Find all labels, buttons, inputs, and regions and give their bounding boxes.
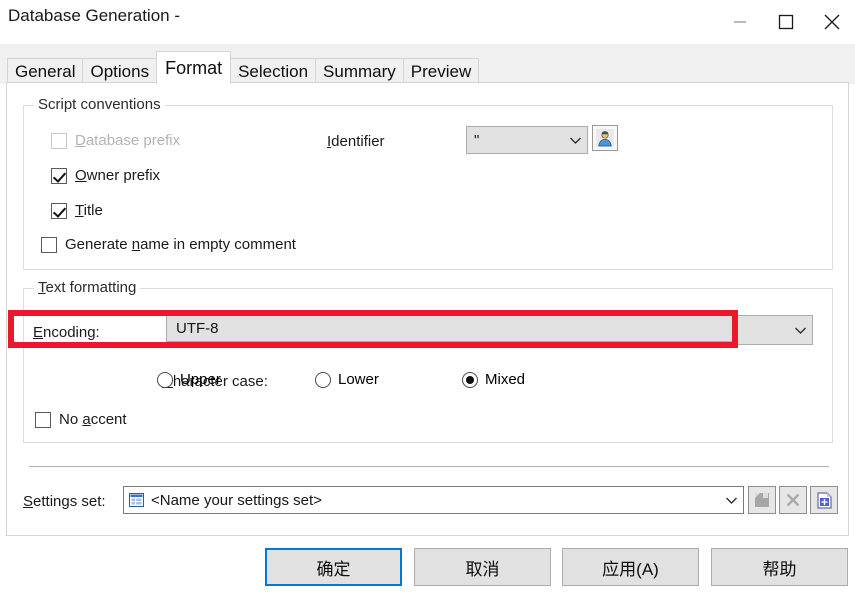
chevron-down-icon[interactable] xyxy=(563,136,587,145)
identifier-value: " xyxy=(474,131,480,149)
encoding-value: UTF-8 xyxy=(176,319,219,337)
settings-set-save-button[interactable] xyxy=(748,486,776,514)
maximize-button[interactable] xyxy=(763,0,809,44)
tab-selection[interactable]: Selection xyxy=(230,58,317,84)
radio-box-mixed[interactable] xyxy=(462,371,478,388)
text-formatting-title: Text formatting xyxy=(34,279,141,296)
section-divider xyxy=(29,466,829,467)
settings-set-combobox[interactable]: <Name your settings set> xyxy=(123,486,744,514)
radio-label-mixed: Mixed xyxy=(485,371,526,388)
checkbox-box-owner-prefix[interactable] xyxy=(51,167,67,184)
checkbox-no-accent[interactable]: No accent xyxy=(35,411,127,428)
delete-x-icon xyxy=(786,493,800,507)
help-button[interactable]: 帮助 xyxy=(711,548,848,586)
chevron-down-icon[interactable] xyxy=(719,495,743,505)
radio-label-lower: Lower xyxy=(338,371,379,388)
checkbox-label-owner-prefix: Owner prefix xyxy=(75,167,161,184)
settings-list-icon xyxy=(129,493,144,507)
radio-lower[interactable]: Lower xyxy=(315,371,379,388)
radio-box-lower[interactable] xyxy=(315,371,331,388)
checkbox-box-no-accent[interactable] xyxy=(35,411,51,428)
tab-format[interactable]: Format xyxy=(156,51,232,84)
tab-options[interactable]: Options xyxy=(82,58,158,84)
checkbox-box-title[interactable] xyxy=(51,202,67,219)
save-icon xyxy=(755,493,769,507)
format-tab-panel: Script conventions Database prefix Owner… xyxy=(6,82,849,536)
window-controls xyxy=(717,0,855,44)
cancel-button[interactable]: 取消 xyxy=(414,548,551,586)
text-formatting-group: Text formatting xyxy=(23,279,833,443)
checkbox-label-generate-name: Generate name in empty comment xyxy=(65,236,296,253)
radio-mixed[interactable]: Mixed xyxy=(462,371,525,388)
radio-box-upper[interactable] xyxy=(157,371,173,388)
identifier-user-button[interactable] xyxy=(592,125,618,151)
tab-preview[interactable]: Preview xyxy=(402,58,480,84)
checkbox-database-prefix[interactable]: Database prefix xyxy=(51,132,180,149)
ok-button[interactable]: 确定 xyxy=(265,548,402,586)
apply-button[interactable]: 应用(A) xyxy=(562,548,699,586)
new-document-icon xyxy=(817,492,831,508)
identifier-combobox[interactable]: " xyxy=(466,126,588,154)
checkbox-box-database-prefix[interactable] xyxy=(51,132,67,149)
encoding-label: Encoding: xyxy=(33,324,100,341)
window-title: Database Generation - xyxy=(8,6,180,25)
settings-set-label: Settings set: xyxy=(23,493,106,510)
tab-strip: General Options Format Selection Summary… xyxy=(0,44,855,84)
tab-list: General Options Format Selection Summary… xyxy=(7,50,480,84)
encoding-value-field[interactable]: UTF-8 xyxy=(166,314,738,342)
checkbox-generate-name-in-empty-comment[interactable]: Generate name in empty comment xyxy=(41,236,296,253)
close-icon xyxy=(824,14,840,30)
checkbox-box-generate-name[interactable] xyxy=(41,236,57,253)
checkbox-label-no-accent: No accent xyxy=(59,411,127,428)
checkbox-label-title: Title xyxy=(75,202,103,219)
title-bar: Database Generation - xyxy=(0,0,855,44)
identifier-label: Identifier xyxy=(327,133,385,150)
dialog-button-bar: 确定 取消 应用(A) 帮助 xyxy=(0,536,855,595)
user-icon xyxy=(596,129,614,147)
checkbox-label-database-prefix: Database prefix xyxy=(75,132,181,149)
script-conventions-title: Script conventions xyxy=(34,96,165,113)
settings-set-delete-button[interactable] xyxy=(779,486,807,514)
minimize-button[interactable] xyxy=(717,0,763,44)
radio-label-upper: Upper xyxy=(180,371,221,388)
maximize-icon xyxy=(778,14,794,30)
settings-set-value: <Name your settings set> xyxy=(151,491,322,509)
tab-summary[interactable]: Summary xyxy=(315,58,404,84)
tab-general[interactable]: General xyxy=(7,58,84,84)
minimize-icon xyxy=(734,21,746,23)
close-button[interactable] xyxy=(809,0,855,44)
checkbox-owner-prefix[interactable]: Owner prefix xyxy=(51,167,160,184)
radio-upper[interactable]: Upper xyxy=(157,371,221,388)
chevron-down-icon[interactable] xyxy=(788,326,812,335)
checkbox-title[interactable]: Title xyxy=(51,202,103,219)
settings-set-new-button[interactable] xyxy=(810,486,838,514)
